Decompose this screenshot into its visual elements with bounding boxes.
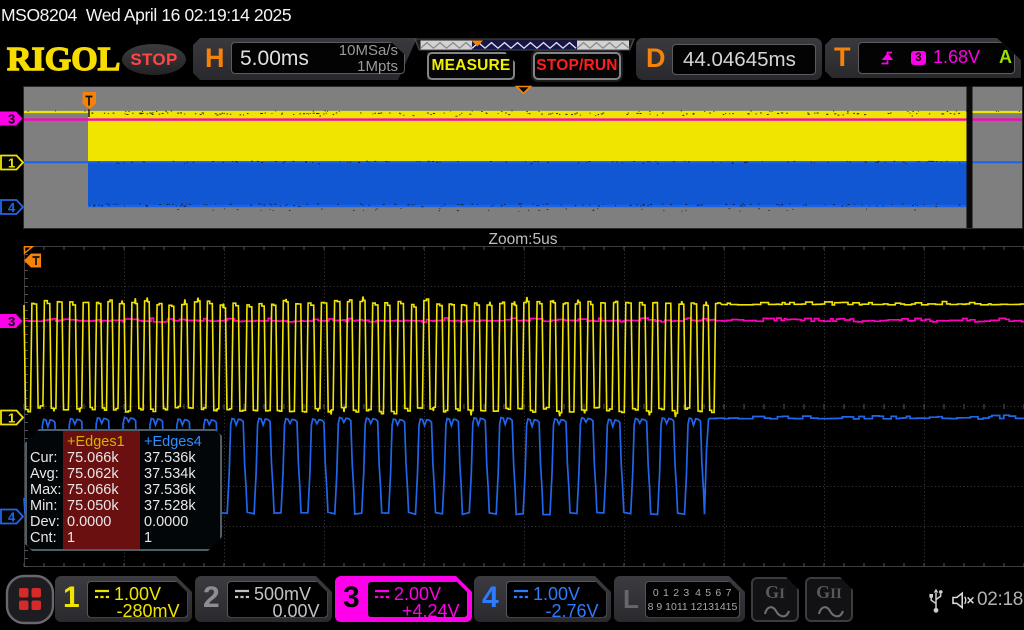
svg-text:3: 3 [8, 112, 15, 127]
svg-text:1: 1 [8, 156, 15, 171]
svg-text:4: 4 [8, 510, 16, 525]
svg-text:1: 1 [8, 411, 15, 426]
svg-text:4: 4 [8, 200, 16, 215]
svg-text:3: 3 [8, 314, 15, 329]
